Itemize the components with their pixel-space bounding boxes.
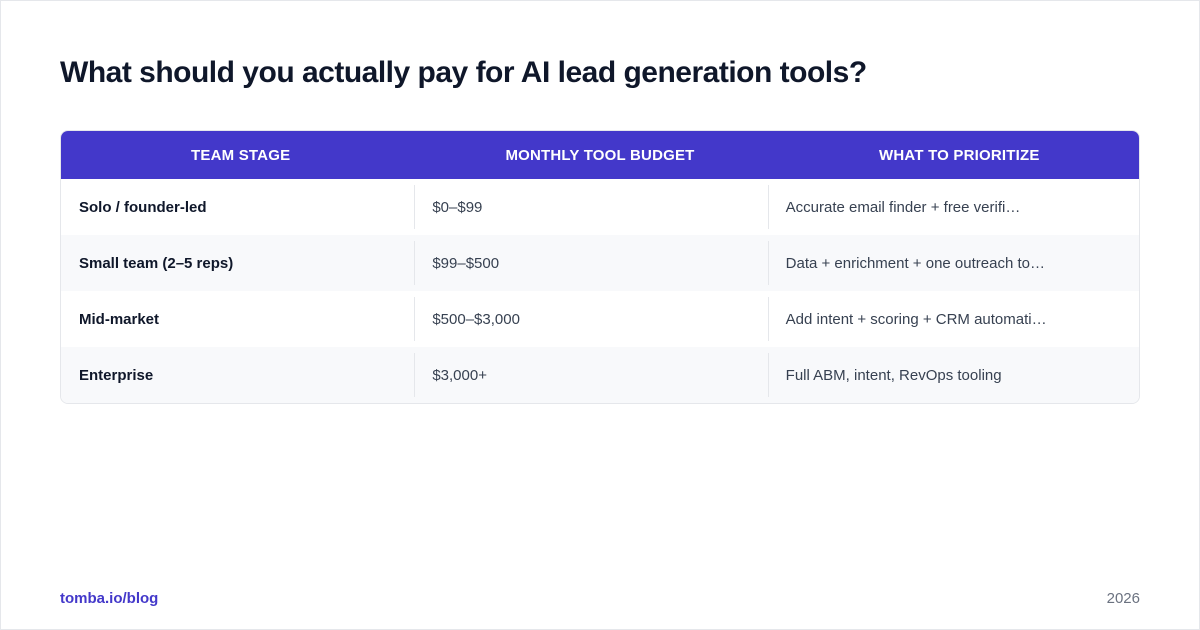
- cell-budget: $500–$3,000: [414, 291, 767, 347]
- table-row: Mid-market $500–$3,000 Add intent + scor…: [61, 291, 1139, 347]
- cell-team-stage: Mid-market: [79, 310, 160, 328]
- blog-link[interactable]: tomba.io/blog: [60, 590, 158, 607]
- header-monthly-budget: MONTHLY TOOL BUDGET: [505, 146, 695, 164]
- header-what-to-prioritize: WHAT TO PRIORITIZE: [879, 146, 1040, 164]
- table-row: Enterprise $3,000+ Full ABM, intent, Rev…: [61, 347, 1139, 403]
- cell-team-stage: Small team (2–5 reps): [79, 254, 234, 272]
- cell-priority: Full ABM, intent, RevOps tooling: [767, 347, 1139, 403]
- table-row: Small team (2–5 reps) $99–$500 Data + en…: [61, 235, 1139, 291]
- cell-team-stage: Solo / founder-led: [79, 198, 207, 216]
- table-row: Solo / founder-led $0–$99 Accurate email…: [61, 179, 1139, 235]
- cell-priority: Accurate email finder + free verifi…: [767, 179, 1139, 235]
- cell-budget: $99–$500: [414, 235, 767, 291]
- cell-budget: $0–$99: [414, 179, 767, 235]
- cell-budget: $3,000+: [414, 347, 767, 403]
- pricing-table: TEAM STAGE MONTHLY TOOL BUDGET WHAT TO P…: [60, 130, 1140, 404]
- cell-priority: Data + enrichment + one outreach to…: [767, 235, 1139, 291]
- header-team-stage: TEAM STAGE: [191, 146, 291, 164]
- cell-team-stage: Enterprise: [79, 366, 154, 384]
- page-title: What should you actually pay for AI lead…: [60, 56, 867, 89]
- cell-priority: Add intent + scoring + CRM automati…: [767, 291, 1139, 347]
- table-header: TEAM STAGE MONTHLY TOOL BUDGET WHAT TO P…: [61, 131, 1139, 179]
- year-label: 2026: [1106, 590, 1140, 607]
